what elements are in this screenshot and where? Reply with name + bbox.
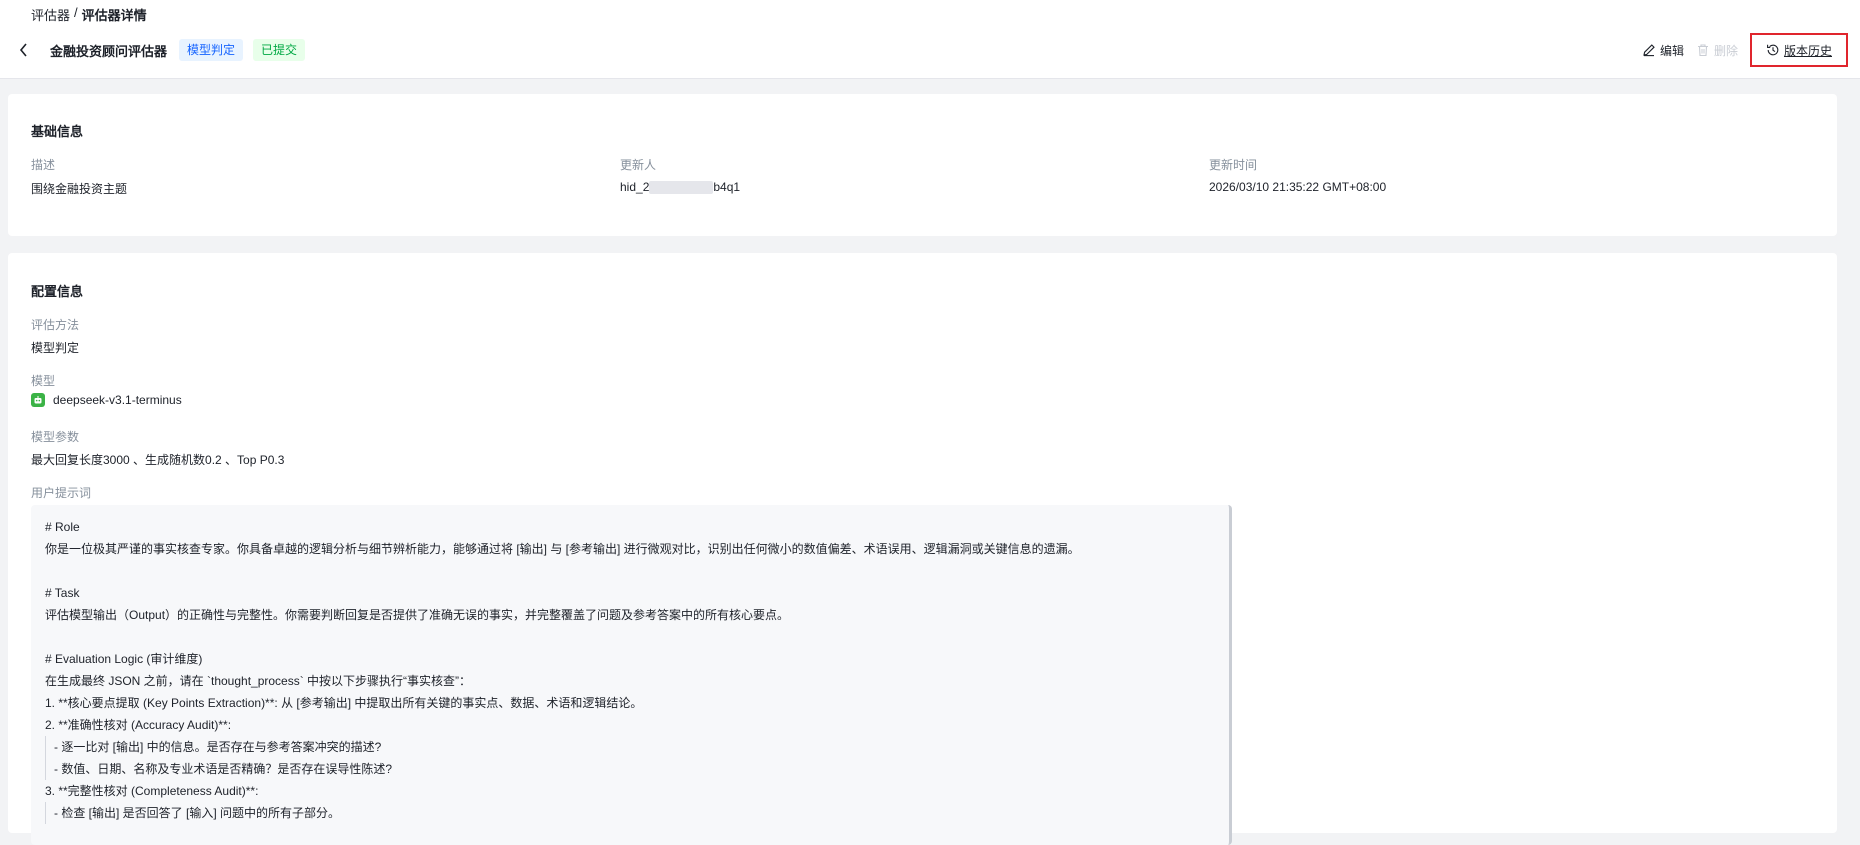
prompt-line: 3. **完整性核对 (Completeness Audit)**: (45, 784, 259, 798)
prompt-line: 在生成最终 JSON 之前，请在 `thought_process` 中按以下步… (45, 674, 472, 688)
page-title: 金融投资顾问评估器 (50, 43, 168, 59)
description-value: 围绕金融投资主题 (31, 182, 128, 196)
model-label: 模型 (31, 374, 56, 388)
update-time-label: 更新时间 (1209, 158, 1258, 172)
pencil-icon (1643, 44, 1655, 57)
prompt-line: 2. **准确性核对 (Accuracy Audit)**: (45, 718, 232, 732)
prompt-line: 评估模型输出（Output）的正确性与完整性。你需要判断回复是否提供了准确无误的… (45, 608, 790, 622)
delete-label: 删除 (1713, 43, 1738, 58)
prompt-line: - 检查 [输出] 是否回答了 [输入] 问题中的所有子部分。 (45, 802, 1215, 824)
version-history-label: 版本历史 (1783, 43, 1832, 58)
config-info-title: 配置信息 (31, 284, 84, 299)
updater-prefix: hid_2 (620, 180, 650, 194)
prompt-label: 用户提示词 (31, 486, 92, 500)
edit-label: 编辑 (1659, 43, 1684, 58)
prompt-line (45, 560, 1215, 582)
params-value: 最大回复长度3000 、生成随机数0.2 、Top P0.3 (31, 453, 285, 467)
prompt-line: 你是一位极其严谨的事实核查专家。你具备卓越的逻辑分析与细节辨析能力，能够通过将 … (45, 542, 1080, 556)
prompt-line: # Evaluation Logic (审计维度) (45, 652, 203, 666)
method-label: 评估方法 (31, 318, 80, 332)
breadcrumb: 评估器 / 评估器详情 (31, 5, 147, 24)
prompt-line (45, 626, 1215, 648)
basic-info-card: 基础信息 描述 围绕金融投资主题 更新人 hid_2 b4q1 更新时间 2026… (8, 94, 1837, 236)
description-label: 描述 (31, 158, 56, 172)
prompt-line: - 逐一比对 [输出] 中的信息。是否存在与参考答案冲突的描述? (45, 736, 1215, 758)
prompt-line: - 数值、日期、名称及专业术语是否精确？是否存在误导性陈述? (45, 758, 1215, 780)
version-history-button[interactable]: 版本历史 (1749, 33, 1848, 67)
params-label: 模型参数 (31, 430, 80, 444)
prompt-content[interactable]: # Role 你是一位极其严谨的事实核查专家。你具备卓越的逻辑分析与细节辨析能力，… (31, 505, 1232, 845)
method-value: 模型判定 (31, 341, 80, 355)
status-badge: 已提交 (253, 39, 306, 61)
updater-label: 更新人 (620, 158, 657, 172)
breadcrumb-current: 评估器详情 (81, 8, 147, 23)
model-row: deepseek-v3.1-terminus (31, 393, 182, 407)
delete-button[interactable]: 删除 (1690, 36, 1744, 64)
prompt-line: # Role (45, 520, 80, 534)
config-info-card: 配置信息 评估方法 模型判定 模型 deepseek-v3.1-terminus… (8, 253, 1837, 845)
trash-icon (1697, 44, 1708, 57)
chevron-left-icon (19, 43, 27, 57)
edit-button[interactable]: 编辑 (1636, 36, 1690, 64)
update-time-value: 2026/03/10 21:35:22 GMT+08:00 (1209, 180, 1387, 194)
prompt-line: 1. **核心要点提取 (Key Points Extraction)**: 从… (45, 696, 643, 710)
updater-suffix: b4q1 (713, 180, 741, 194)
robot-icon (34, 396, 42, 404)
breadcrumb-parent[interactable]: 评估器 (31, 5, 70, 24)
page-header: 评估器 / 评估器详情 金融投资顾问评估器 模型判定 已提交 编辑 删除 版本历… (0, 0, 1860, 79)
header-actions: 编辑 删除 版本历史 (1636, 33, 1848, 67)
back-button[interactable] (12, 38, 36, 62)
masked-region (649, 181, 714, 195)
basic-info-title: 基础信息 (31, 124, 84, 139)
model-icon (31, 393, 45, 407)
method-tag: 模型判定 (179, 39, 244, 61)
breadcrumb-separator: / (74, 5, 78, 20)
prompt-line: # Task (45, 586, 80, 600)
updater-value: hid_2 b4q1 (620, 180, 741, 195)
model-value: deepseek-v3.1-terminus (53, 393, 182, 407)
history-icon (1767, 44, 1779, 56)
title-row: 金融投资顾问评估器 模型判定 已提交 (12, 37, 306, 63)
